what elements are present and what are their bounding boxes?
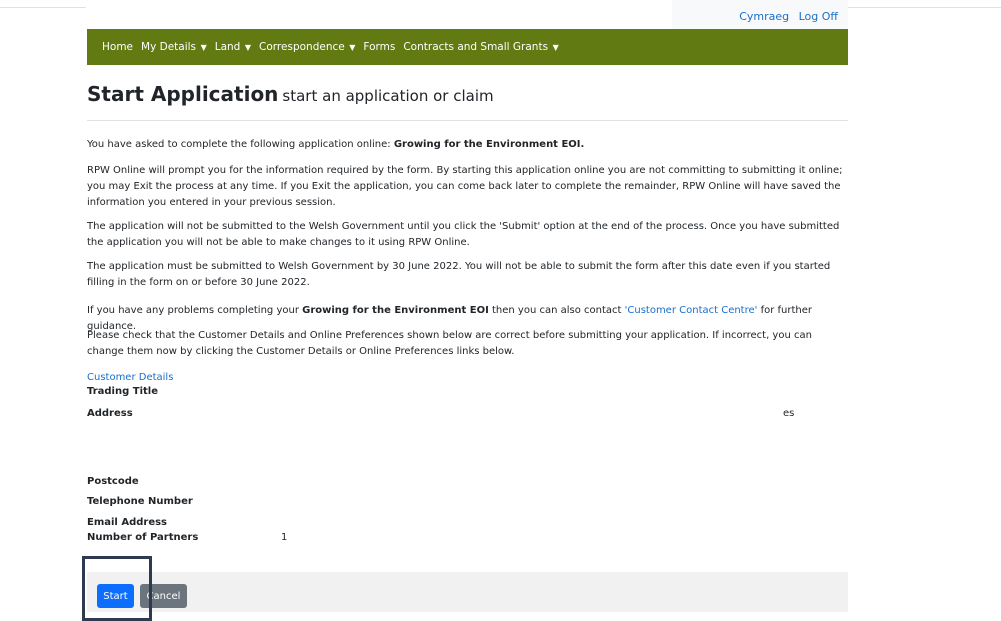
- nav-forms[interactable]: Forms: [363, 41, 395, 53]
- submission-paragraph: The application will not be submitted to…: [87, 221, 840, 248]
- email-label: Email Address: [87, 517, 168, 528]
- main-navbar: Home My Details ▼ Land ▼ Correspondence …: [87, 29, 848, 65]
- nav-land[interactable]: Land ▼: [215, 41, 251, 53]
- trading-title-label: Trading Title: [87, 386, 158, 397]
- cancel-button[interactable]: Cancel: [140, 584, 187, 608]
- address-value: es: [783, 408, 795, 419]
- check-details-paragraph: Please check that the Customer Details a…: [87, 330, 812, 357]
- postcode-label: Postcode: [87, 476, 139, 487]
- prompt-paragraph: RPW Online will prompt you for the infor…: [87, 165, 843, 208]
- top-divider-right: [848, 7, 1001, 8]
- customer-details-link[interactable]: Customer Details: [87, 370, 173, 386]
- intro-paragraph: You have asked to complete the following…: [87, 139, 585, 150]
- deadline-paragraph: The application must be submitted to Wel…: [87, 261, 831, 288]
- heading-divider: [87, 120, 848, 121]
- logoff-link[interactable]: Log Off: [799, 10, 838, 23]
- caret-down-icon: ▼: [550, 43, 559, 52]
- start-button[interactable]: Start: [97, 584, 134, 608]
- caret-down-icon: ▼: [346, 43, 356, 52]
- form-actions-bar: [87, 572, 848, 612]
- main-content: Start Application start an application or…: [87, 82, 848, 543]
- nav-my-details[interactable]: My Details ▼: [141, 41, 207, 53]
- page-heading: Start Application start an application or…: [87, 82, 848, 106]
- language-link[interactable]: Cymraeg: [739, 10, 789, 23]
- address-label: Address: [87, 408, 133, 419]
- caret-down-icon: ▼: [242, 43, 252, 52]
- nav-home[interactable]: Home: [102, 41, 133, 53]
- top-divider-left: [0, 7, 86, 8]
- utility-links: Cymraeg Log Off: [733, 10, 838, 23]
- nav-contracts[interactable]: Contracts and Small Grants ▼: [403, 41, 558, 53]
- page-subtitle: start an application or claim: [282, 87, 494, 105]
- telephone-label: Telephone Number: [87, 496, 193, 507]
- caret-down-icon: ▼: [198, 43, 207, 52]
- application-name: Growing for the Environment EOI.: [393, 139, 585, 150]
- utility-bar: Cymraeg Log Off: [672, 0, 848, 29]
- nav-correspondence[interactable]: Correspondence ▼: [259, 41, 355, 53]
- partners-value: 1: [281, 532, 288, 543]
- customer-contact-link[interactable]: 'Customer Contact Centre': [625, 305, 758, 316]
- partners-label: Number of Partners: [87, 532, 199, 543]
- page-title: Start Application: [87, 82, 279, 106]
